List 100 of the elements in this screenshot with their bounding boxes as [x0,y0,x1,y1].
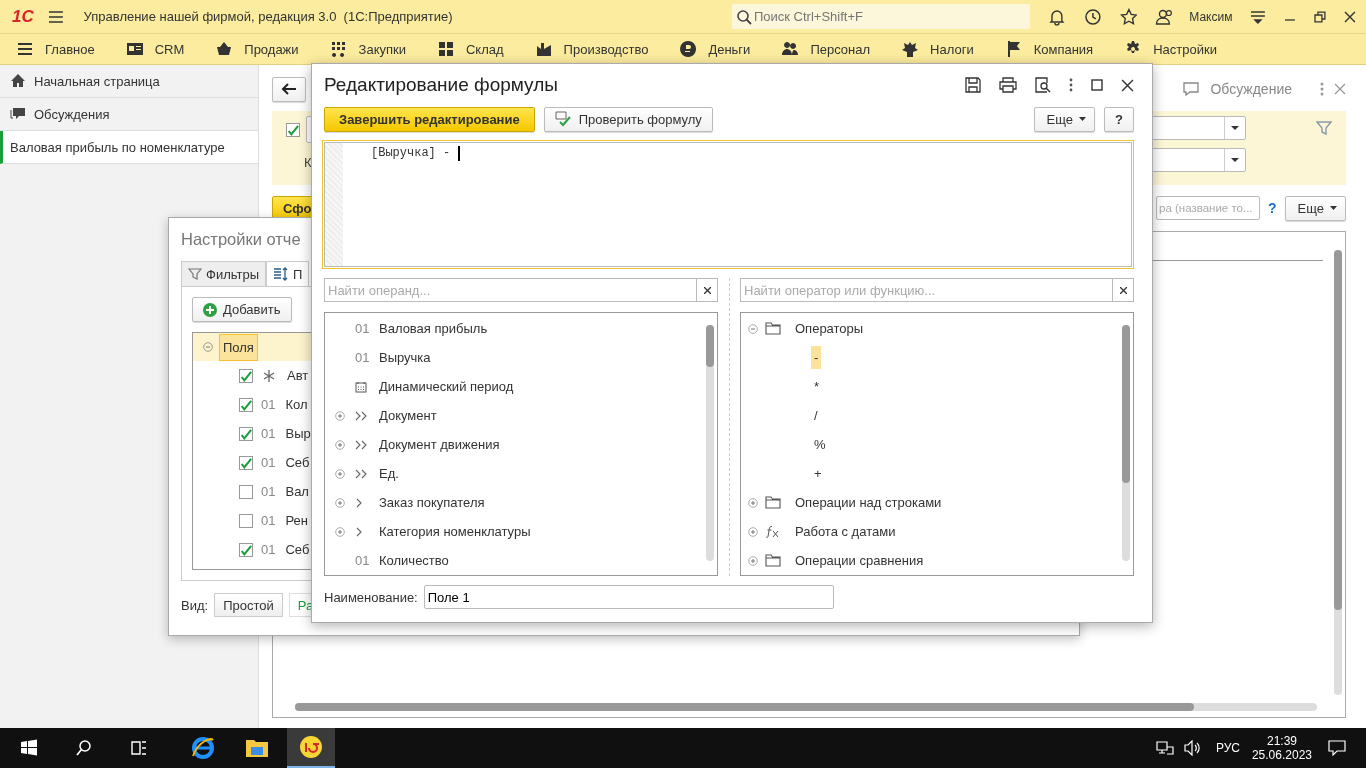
field-name[interactable]: Авт [287,368,309,383]
clock-date[interactable]: 25.06.2023 [1251,748,1312,762]
tab[interactable]: Фильтры [181,261,266,286]
operand-item[interactable]: Ед. [379,466,399,481]
back-button[interactable] [272,76,306,102]
expand-icon[interactable] [335,439,345,450]
checkbox[interactable] [239,542,253,557]
section-link[interactable]: Главное [16,40,95,58]
operand-item[interactable]: Документ [379,408,437,423]
checkbox[interactable] [239,455,253,470]
checkbox[interactable] [239,484,253,499]
field-name[interactable]: Себ [285,455,310,470]
operator-item[interactable]: * [811,375,823,398]
user-name[interactable]: Максим [1189,9,1233,24]
operator-group[interactable]: Работа с датами [795,524,896,539]
horizontal-scrollbar[interactable] [295,703,1317,711]
operator-group[interactable]: Операции над строками [795,495,942,510]
finish-button[interactable]: Завершить редактирование [324,106,535,132]
operator-item[interactable]: % [811,433,829,456]
checkbox[interactable] [239,397,253,412]
field-name[interactable]: Вал [285,484,309,499]
checkbox[interactable] [239,513,253,528]
field-name[interactable]: Кол [285,397,308,412]
bell-icon[interactable] [1047,7,1066,26]
expand-icon[interactable] [335,410,345,421]
check-formula-button[interactable]: Проверить формулу [543,106,713,132]
search-field[interactable]: ра (название то... [1156,196,1260,220]
operator-item[interactable]: - [811,346,822,369]
volume-icon[interactable] [1183,740,1202,756]
formula-editor[interactable]: [Выручка] - [322,140,1134,269]
logo[interactable]: 1С [12,6,34,27]
operator-group[interactable]: Операции сравнения [795,553,924,568]
operand-item[interactable]: Динамический период [379,379,514,394]
menu-icon[interactable] [47,9,64,24]
close-icon[interactable] [1344,10,1356,23]
restore-icon[interactable] [1314,10,1327,23]
network-icon[interactable] [1155,740,1174,756]
operand-item[interactable]: Выручка [379,350,431,365]
windows-start-icon[interactable] [20,739,38,757]
field-name[interactable]: Себ [285,542,310,557]
section-link[interactable]: Персонал [781,40,871,58]
search-field[interactable]: Поиск Ctrl+Shift+F [731,4,1030,29]
print-icon[interactable] [999,77,1017,93]
sidebar-item[interactable]: Валовая прибыль по номенклатуре [0,131,258,164]
save-icon[interactable] [965,77,981,93]
section-link[interactable]: Настройки [1124,40,1217,58]
field-name[interactable]: Выр [285,426,311,441]
checkbox[interactable] [286,122,300,137]
expand-icon[interactable] [748,526,758,537]
clear-button[interactable] [1112,278,1134,302]
section-link[interactable]: Продажи [215,40,299,58]
more-icon[interactable] [1069,78,1073,92]
operator-group[interactable]: Операторы [795,321,864,336]
maximize-icon[interactable] [1091,79,1103,91]
operand-item[interactable]: Документ движения [379,437,500,452]
task-view-icon[interactable] [130,739,148,757]
add-button[interactable]: Добавить [192,297,292,322]
help-button[interactable]: ? [1104,106,1134,132]
checkbox[interactable] [239,426,253,441]
operand-item[interactable]: Валовая прибыль [379,321,488,336]
tab[interactable]: П [266,261,310,286]
section-link[interactable]: Производство [534,40,649,58]
search-icon[interactable] [75,739,93,757]
preview-icon[interactable] [1035,77,1051,93]
vertical-scrollbar[interactable] [1334,250,1342,695]
expand-icon[interactable] [748,497,758,508]
field-name[interactable]: Рен [285,513,308,528]
taskbar-app[interactable] [287,728,335,768]
sidebar-item[interactable]: Начальная страница [0,65,258,98]
more-button[interactable]: Еще [1033,106,1095,132]
search-field[interactable]: Найти оператор или функцию... [740,278,1112,302]
operator-item[interactable]: / [811,404,821,427]
filter-icon[interactable] [1316,120,1332,136]
history-icon[interactable] [1083,7,1102,26]
operand-item[interactable]: Количество [379,553,449,568]
section-link[interactable]: Закупки [329,40,406,58]
expand-icon[interactable] [335,526,345,537]
operand-item[interactable]: Категория номенклатуры [379,524,531,539]
clock-time[interactable]: 21:39 [1266,734,1297,748]
notification-icon[interactable] [1328,740,1346,756]
expand-icon[interactable] [335,468,345,479]
expand-icon[interactable] [335,497,345,508]
name-field[interactable]: Поле 1 [423,585,834,609]
section-link[interactable]: CRM [125,40,185,58]
checkbox[interactable] [239,368,253,383]
section-link[interactable]: Склад [437,40,504,58]
clear-button[interactable] [696,278,718,302]
operand-item[interactable]: Заказ покупателя [379,495,485,510]
expand-icon[interactable] [748,555,758,566]
discussion-link[interactable]: Обсуждение [1210,81,1292,97]
search-field[interactable]: Найти операнд... [324,278,696,302]
settings-menu-icon[interactable] [1250,9,1267,24]
section-link[interactable]: Деньги [679,40,751,58]
star-icon[interactable] [1119,7,1138,26]
close-icon[interactable] [1121,78,1134,92]
vertical-scrollbar[interactable] [1122,325,1130,561]
language-indicator[interactable]: РУС [1215,741,1240,755]
more-button[interactable]: Еще [1284,195,1346,221]
view-option[interactable]: Простой [214,593,283,617]
operator-item[interactable]: + [811,462,825,485]
